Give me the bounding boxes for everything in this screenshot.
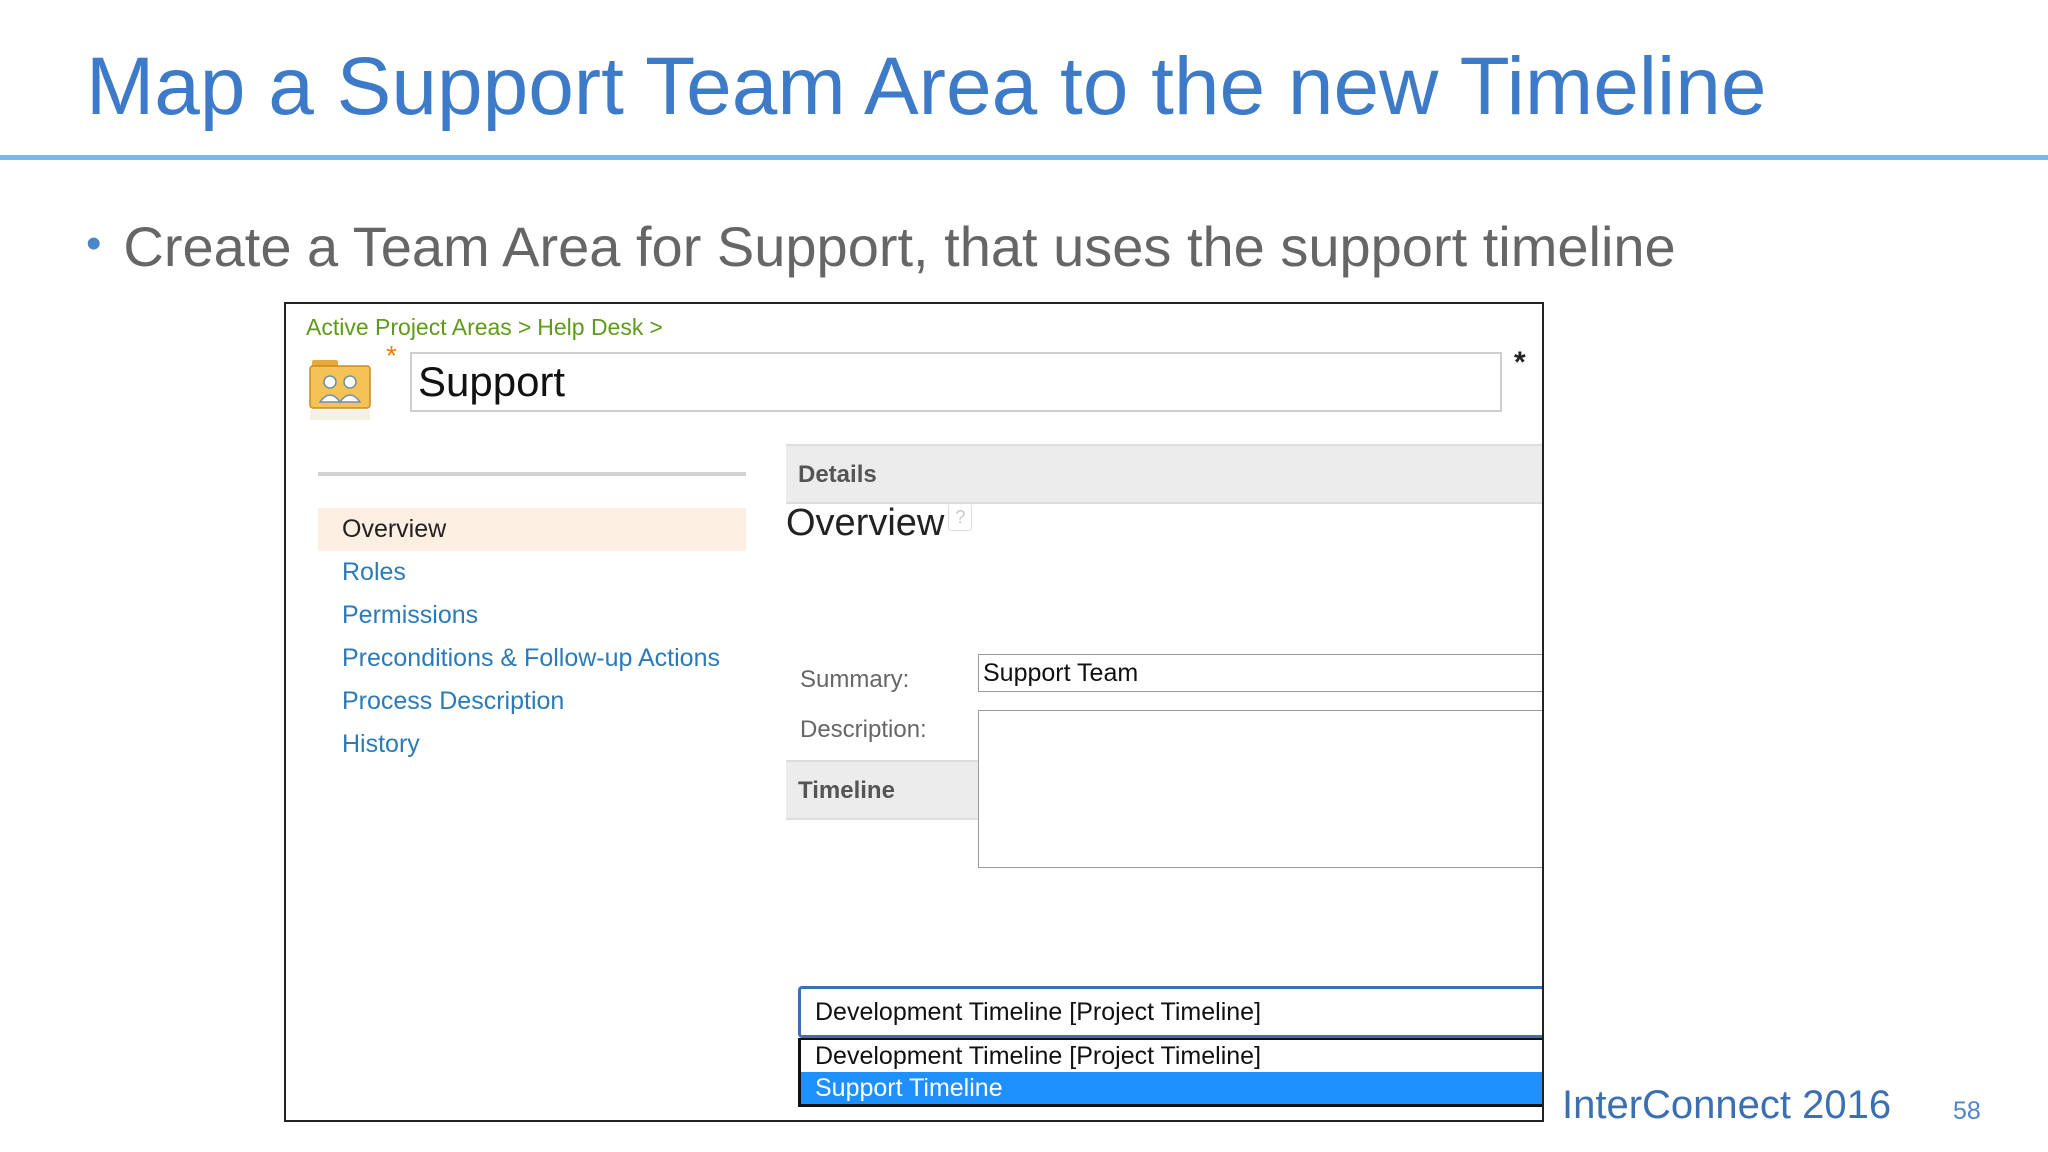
team-area-name-input[interactable] (410, 352, 1502, 412)
required-indicator: * (386, 340, 397, 371)
description-label: Description: (800, 716, 927, 743)
nav-item-process-description[interactable]: Process Description (318, 680, 746, 723)
description-textarea[interactable] (978, 710, 1542, 868)
bullet-text: Create a Team Area for Support, that use… (123, 215, 1676, 278)
bullet-point: • Create a Team Area for Support, that us… (86, 214, 1676, 279)
nav-item-permissions[interactable]: Permissions (318, 594, 746, 637)
breadcrumb-active-project-areas[interactable]: Active Project Areas (306, 314, 512, 340)
title-divider (0, 155, 2048, 160)
page-number: 58 (1953, 1097, 1981, 1125)
required-indicator: * (1514, 346, 1526, 379)
slide-title: Map a Support Team Area to the new Timel… (86, 41, 1767, 132)
breadcrumb-separator: > (517, 314, 532, 340)
nav-divider (318, 472, 746, 476)
nav-item-history[interactable]: History (318, 723, 746, 766)
help-icon[interactable]: ? (948, 503, 973, 531)
timeline-option-support[interactable]: Support Timeline (801, 1072, 1542, 1104)
nav-item-preconditions[interactable]: Preconditions & Follow-up Actions (318, 637, 746, 680)
breadcrumb: Active Project Areas > Help Desk > (306, 314, 669, 341)
nav-item-overview[interactable]: Overview (318, 508, 746, 551)
summary-label: Summary: (800, 666, 910, 693)
details-section-header: Details (786, 444, 1542, 504)
app-screenshot: Active Project Areas>Help Desk> * * Over… (284, 302, 1544, 1122)
breadcrumb-help-desk[interactable]: Help Desk (537, 314, 643, 340)
brand-footer: InterConnect 2016 (1562, 1083, 1892, 1127)
timeline-option-development[interactable]: Development Timeline [Project Timeline] (801, 1040, 1542, 1072)
summary-input[interactable] (978, 654, 1542, 692)
details-label: Details (798, 461, 877, 488)
team-folder-icon (309, 360, 371, 420)
timeline-label: Timeline (798, 777, 895, 804)
bullet-icon: • (86, 219, 102, 268)
breadcrumb-separator: > (649, 314, 663, 340)
nav-item-roles[interactable]: Roles (318, 551, 746, 594)
timeline-dropdown-list: Development Timeline [Project Timeline] … (798, 1038, 1542, 1107)
section-nav: Overview Roles Permissions Preconditions… (318, 508, 746, 766)
timeline-select[interactable]: Development Timeline [Project Timeline] (798, 986, 1542, 1038)
overview-title-text: Overview (786, 502, 945, 544)
overview-heading: Overview? (786, 502, 973, 545)
